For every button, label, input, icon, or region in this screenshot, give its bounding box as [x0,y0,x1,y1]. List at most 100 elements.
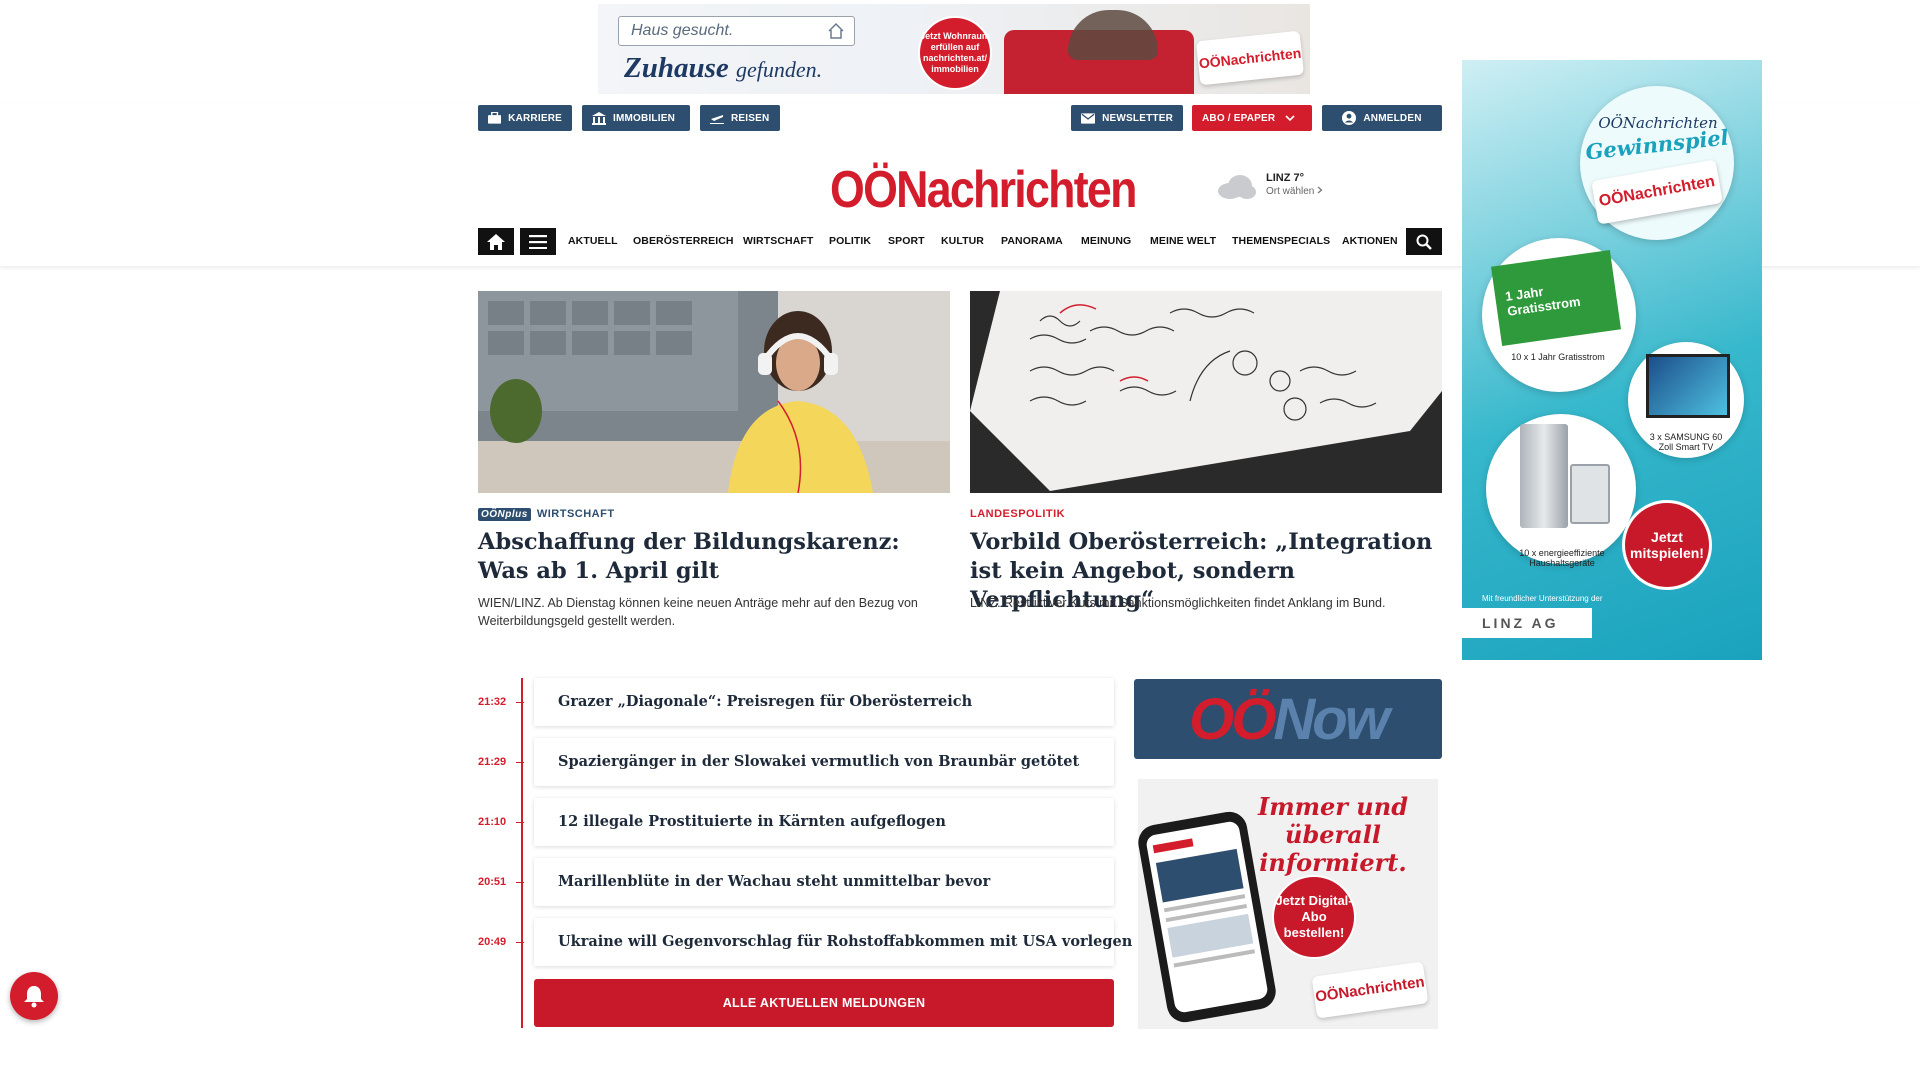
immobilien-label: IMMOBILIEN [613,112,675,124]
ticker-time: 20:51 [478,876,507,888]
logo-nachrichten: Nachrichten [896,161,1137,219]
ticker-time: 21:10 [478,816,507,828]
ticker-dash [516,702,524,703]
phone-screen [1145,820,1269,1014]
weather-city: LINZ 7° [1266,172,1305,184]
article-1-teaser: WIEN/LINZ. Ab Dienstag können keine neue… [478,596,918,628]
article-2-kicker[interactable]: LANDESPOLITIK [970,508,1065,520]
nav-item-aktionen[interactable]: AKTIONEN [1342,235,1398,247]
article-1-headline[interactable]: Abschaffung der Bildungskarenz: Was ab 1… [478,528,958,586]
weather-widget[interactable]: LINZ 7° Ort wählen [1216,170,1356,206]
ticker-dash [516,762,524,763]
phone-screen-logo [1152,838,1194,854]
article-1-kicker[interactable]: OÖNplus WIRTSCHAFT [478,508,615,521]
ticker-time: 21:29 [478,756,507,768]
article-1-category: WIRTSCHAFT [536,508,615,520]
washer-image [1570,464,1610,524]
oonow-now: Now [1273,686,1389,752]
user-icon [1342,111,1357,125]
ad-search-text: Haus gesucht. [631,22,734,39]
tv-image [1646,354,1730,418]
briefcase-icon [488,112,502,124]
gewinnspiel-side-ad[interactable]: OÖNachrichten Gewinnspiel OÖNachrichten … [1462,60,1762,660]
ticker-item[interactable]: 12 illegale Prostituierte in Kärnten auf… [534,798,1114,846]
weather-location-label: Ort wählen [1266,186,1315,197]
reisen-label: REISEN [731,112,770,124]
phone-screen-image [1155,848,1244,903]
nav-item-oberoesterreich[interactable]: OBERÖSTERREICH [633,235,734,247]
ad-slogan-sub: gefunden. [736,57,823,82]
nav-item-wirtschaft[interactable]: WIRTSCHAFT [743,235,813,247]
ad-people-image [1068,10,1158,60]
ad-slogan-main: Zuhause [624,52,729,84]
fridge-image [1520,424,1568,528]
nav-item-aktuell[interactable]: AKTUELL [568,235,618,247]
ticker-dash [516,822,524,823]
ticker-item[interactable]: Ukraine will Gegenvorschlag für Rohstoff… [534,918,1132,966]
ad-cta-circle: Jetzt mitspielen! [1622,500,1712,590]
nav-item-meinung[interactable]: MEINUNG [1081,235,1131,247]
oonow-oo: OÖ [1189,686,1276,752]
login-label: ANMELDEN [1363,112,1422,124]
notification-button[interactable] [10,972,58,1020]
ticker-dash [516,942,524,943]
abo-ad-title: Immer und überall informiert. [1258,792,1408,877]
cloud-icon [1218,175,1256,199]
ad-slogan: Zuhause gefunden. [624,52,822,85]
article-1-image[interactable] [478,291,950,493]
strom-card: 1 Jahr Gratisstrom [1491,250,1621,346]
chevron-right-icon [1317,186,1323,194]
article-2-teaser: LINZ. Restriktiver Kurs mit Sanktionsmög… [970,596,1386,610]
ticker-item[interactable]: Grazer „Diagonale“: Preisregen für Oberö… [534,678,1114,726]
building-icon [592,111,606,125]
oonow-banner[interactable]: OÖ Now [1134,679,1442,759]
home-icon [487,233,505,250]
oonplus-badge: OÖNplus [478,508,531,521]
nav-item-panorama[interactable]: PANORAMA [1001,235,1063,247]
nav-item-sport[interactable]: SPORT [888,235,925,247]
newsletter-button[interactable]: NEWSLETTER [1071,105,1183,131]
article-2-image[interactable] [970,291,1442,493]
site-logo[interactable]: OÖNachrichten [830,160,1137,220]
ticker-item[interactable]: Spaziergänger in der Slowakei vermutlich… [534,738,1114,786]
ad-search-box: Haus gesucht. [618,16,855,46]
ad-sponsor-logo: LINZ AG [1462,608,1592,638]
newsletter-label: NEWSLETTER [1102,112,1173,124]
nav-item-politik[interactable]: POLITIK [829,235,871,247]
nav-item-kultur[interactable]: KULTUR [941,235,984,247]
nav-item-meine-welt[interactable]: MEINE WELT [1150,235,1216,247]
immobilien-button[interactable]: IMMOBILIEN [582,105,690,131]
home-button[interactable] [478,228,514,255]
all-news-button[interactable]: ALLE AKTUELLEN MELDUNGEN [534,979,1114,1027]
prize-1-caption: 10 x 1 Jahr Gratisstrom [1511,352,1605,362]
logo-oo: OÖ [830,161,898,219]
weather-location-select[interactable]: Ort wählen [1266,186,1323,197]
login-button[interactable]: ANMELDEN [1322,105,1442,131]
house-icon [828,22,844,39]
ticker-dash [516,882,524,883]
ad-brand-paper: OÖNachrichten [1195,30,1305,86]
ticker-time: 20:49 [478,936,507,948]
nav-item-themenspecials[interactable]: THEMENSPECIALS [1232,235,1330,247]
ticker-time: 21:32 [478,696,507,708]
ticker-item[interactable]: Marillenblüte in der Wachau steht unmitt… [534,858,1114,906]
search-icon [1416,234,1432,250]
digital-abo-ad[interactable]: Immer und überall informiert. Jetzt Digi… [1138,779,1438,1029]
karriere-label: KARRIERE [508,112,562,124]
ad-sponsor-note: Mit freundlicher Unterstützung der [1482,594,1603,603]
prize-2-caption: 3 x SAMSUNG 60 Zoll Smart TV [1649,432,1723,452]
top-banner-ad[interactable]: Haus gesucht. Zuhause gefunden. Jetzt Wo… [598,4,1310,94]
plane-icon [710,115,724,124]
abo-epaper-dropdown[interactable]: ABO / EPAPER [1192,105,1312,131]
prize-3-caption: 10 x energieeffiziente Haushaltsgeräte [1519,548,1605,568]
menu-button[interactable] [520,228,556,255]
mail-icon [1081,112,1096,124]
abo-ad-brand: OÖNachrichten [1311,961,1429,1019]
karriere-button[interactable]: KARRIERE [478,105,572,131]
reisen-button[interactable]: REISEN [700,105,780,131]
bell-icon [24,986,44,1008]
article-2-photo [970,291,1442,493]
abo-label: ABO / EPAPER [1202,112,1276,124]
search-button[interactable] [1406,228,1442,255]
main-nav: AKTUELL OBERÖSTERREICH WIRTSCHAFT POLITI… [478,228,1442,255]
